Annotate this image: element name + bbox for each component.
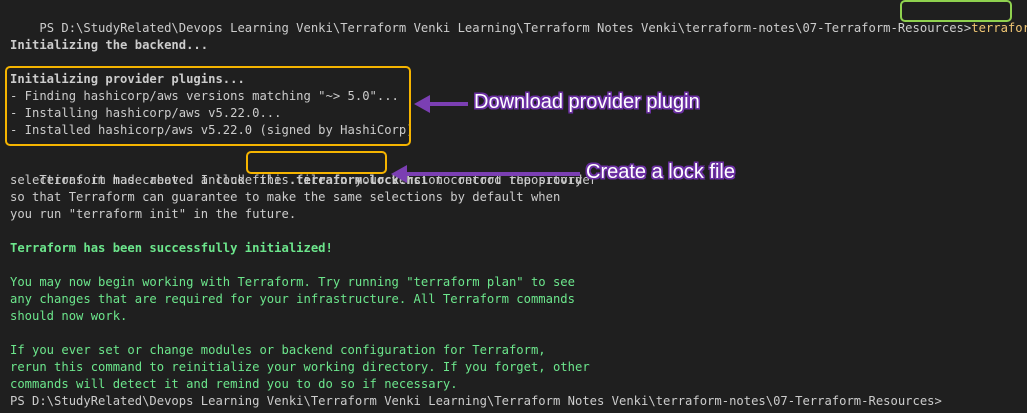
arrow-download bbox=[414, 95, 468, 113]
terminal-window[interactable]: PS D:\StudyRelated\Devops Learning Venki… bbox=[0, 0, 1027, 413]
annotation-lock-label: Create a lock file bbox=[586, 161, 735, 183]
arrow-lock bbox=[391, 165, 580, 183]
annotation-download-label: Download provider plugin bbox=[474, 91, 700, 113]
annotation-arrows bbox=[391, 95, 580, 183]
